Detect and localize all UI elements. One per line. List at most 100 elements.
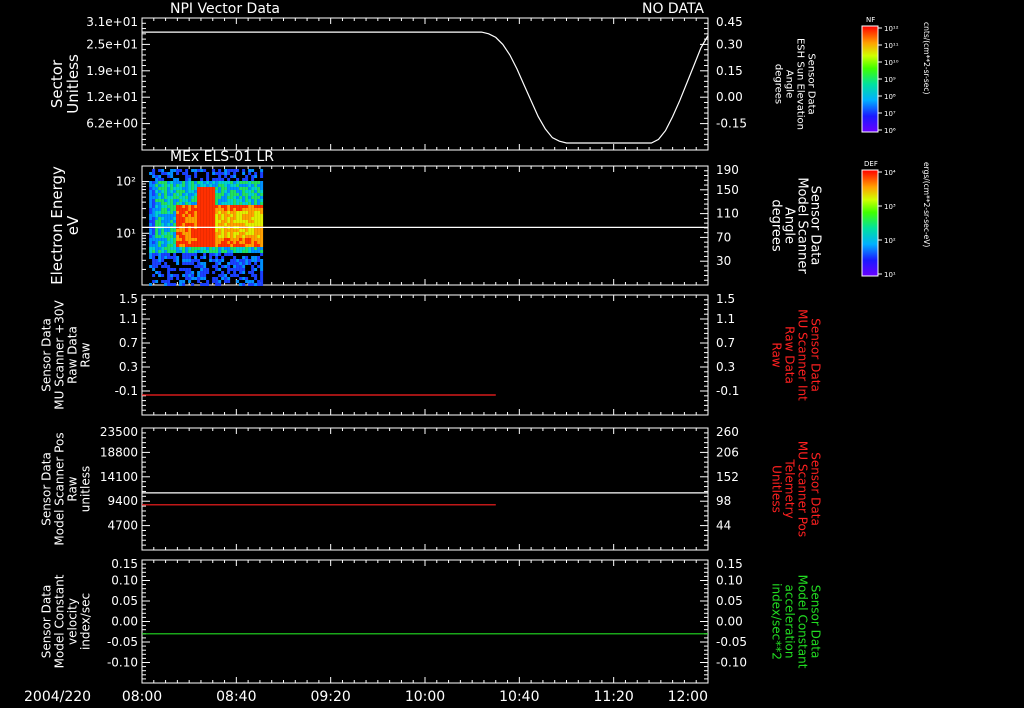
colorbar-tick-label: 10⁴ [884,169,896,177]
right-axis-label: MU Scanner Int [796,309,810,401]
right-axis-label: degrees [769,199,784,252]
panel-frame [141,559,709,684]
left-axis-label: MU Scanner +30V [53,300,67,410]
right-tick-label: 44 [716,519,731,533]
left-tick-label: 4700 [107,519,138,533]
right-axis-label: degrees [773,64,784,104]
colorbar-def-ticks: 10⁴ 10³ 10² 10¹ [878,169,896,279]
panel-4: 23500 18800 14100 9400 4700 260 206 152 98 44 Sens… [40,425,823,551]
colorbar-tick-label: 10³ [884,203,896,211]
left-axis-label: unitless [79,466,93,512]
left-tick-label: -0.1 [115,384,138,398]
right-tick-label: 206 [716,445,739,459]
left-tick-label: -0.05 [107,635,138,649]
left-tick-label: 14100 [100,470,138,484]
right-axis-label: Unitless [770,465,784,513]
left-tick-label: -0.10 [107,656,138,670]
panel-frame [141,427,709,551]
colorbar-nf-unit-label: cnts/(cm**2-sr-sec) [922,22,931,94]
colorbar-nf-ticks: 10¹² 10¹¹ 10¹⁰ 10⁹ 10⁸ 10⁷ 10⁶ [878,25,899,135]
right-tick-label: 0.15 [716,557,743,571]
colorbar-nf-top-label: NF [866,16,875,24]
right-tick-label: -0.10 [716,656,747,670]
colorbar-def-unit-label: ergs/(cm**2-sr-sec-eV) [922,162,931,247]
left-axis-label: Raw [66,476,80,501]
left-tick-label: 0.00 [111,615,138,629]
left-axis-label: Raw Data [66,326,80,384]
right-axis-label: acceleration [783,585,797,659]
left-tick-label: 0.15 [111,557,138,571]
colorbar-nf: NF 10¹² 10¹¹ 10¹⁰ 10⁹ 10⁸ 10⁷ 10⁶ cnts/(cm**2-… [861,16,931,135]
right-tick-label: 30 [716,254,731,268]
left-tick-label: 1.1 [119,312,138,326]
time-tick-label: 08:40 [216,689,256,705]
left-tick-label: 1.5 [119,292,138,306]
right-tick-label: 150 [716,183,739,197]
right-axis-label: Angle [784,70,795,98]
colorbar-tick-label: 10⁷ [884,110,896,118]
left-axis-label: eV [64,215,82,235]
panel-5: 0.15 0.10 0.05 0.00 -0.05 -0.10 0.15 0.10 0.05 0.… [40,557,823,684]
panel-frame [141,17,709,151]
panel-status: NO DATA [642,1,704,17]
time-axis: 08:00 08:40 09:20 10:00 10:40 11:20 12:00 [122,689,708,705]
time-tick-label: 11:20 [593,689,633,705]
colorbar-tick-label: 10² [884,237,896,245]
series-line-1 [142,31,709,144]
right-axis-label: Raw [770,342,784,367]
left-tick-label: 0.7 [119,336,138,350]
time-tick-label: 10:40 [499,689,539,705]
left-tick-label: 10² [116,175,136,189]
colorbar-def: DEF 10⁴ 10³ 10² 10¹ ergs/(cm**2-sr-sec-eV) [861,160,931,279]
colorbar-tick-label: 10⁶ [884,127,896,135]
right-tick-label: -0.1 [716,384,739,398]
colorbar-tick-label: 10⁹ [884,76,896,84]
left-tick-label: 9400 [107,494,138,508]
left-tick-label: 0.3 [119,360,138,374]
right-tick-label: 110 [716,207,739,221]
right-tick-label: 70 [716,230,731,244]
right-axis-label: Sensor Data [809,318,823,392]
left-tick-label: 1.2e+01 [86,90,138,104]
left-tick-label: 10¹ [116,226,136,240]
right-axis-label: Raw Data [783,326,797,384]
colorbar-nf-scale [861,25,879,133]
panel-1: NPI Vector Data NO DATA 3.1e+01 2.5e+01 1.9e… [48,1,817,151]
right-axis-label: Telemetry [783,458,797,518]
plot-canvas: NPI Vector Data NO DATA 3.1e+01 2.5e+01 1.9e… [24,1,931,705]
right-axis-label: Sensor Data [809,585,823,659]
panel-title: NPI Vector Data [170,1,280,17]
colorbar-tick-label: 10¹¹ [884,42,899,50]
right-tick-label: -0.15 [716,117,747,131]
left-axis-label: Sensor Data [40,318,54,392]
panels-layer: NPI Vector Data NO DATA 3.1e+01 2.5e+01 1.9e… [40,1,823,684]
left-axis-label: Sensor Data [40,452,54,526]
right-tick-label: 0.00 [716,615,743,629]
time-tick-label: 09:20 [310,689,350,705]
left-axis-label: Raw [79,342,93,367]
right-tick-label: 0.45 [716,15,743,29]
right-tick-label: 1.5 [716,292,735,306]
panel-3: 1.5 1.1 0.7 0.3 -0.1 1.5 1.1 0.7 0.3 -0.1 Sensor D… [40,292,823,416]
right-tick-label: 98 [716,494,731,508]
panel-2: MEx ELS-01 LR190150110703010²10¹Electron… [48,149,823,286]
colorbar-def-top-label: DEF [864,160,878,168]
left-axis-label: velocity [66,598,80,645]
right-axis-label: Model Constant [796,575,810,669]
right-axis-label: ESH Sun Elevation [795,38,806,130]
left-axis-label: index/sec [79,593,93,650]
left-tick-label: 18800 [100,445,138,459]
left-tick-label: 23500 [100,425,138,439]
left-tick-label: 2.5e+01 [86,37,138,51]
colorbar-tick-label: 10¹² [884,25,899,33]
left-tick-label: 0.10 [111,574,138,588]
date-label: 2004/220 [24,689,91,705]
left-axis-label: Model Scanner Pos [53,432,67,545]
right-tick-label: 0.05 [716,594,743,608]
right-tick-label: -0.05 [716,635,747,649]
right-tick-label: 1.1 [716,312,735,326]
right-tick-label: 0.00 [716,90,743,104]
right-axis-label: Sensor Data [806,53,817,114]
left-axis-label: Sensor Data [40,585,54,659]
right-tick-label: 0.30 [716,37,743,51]
